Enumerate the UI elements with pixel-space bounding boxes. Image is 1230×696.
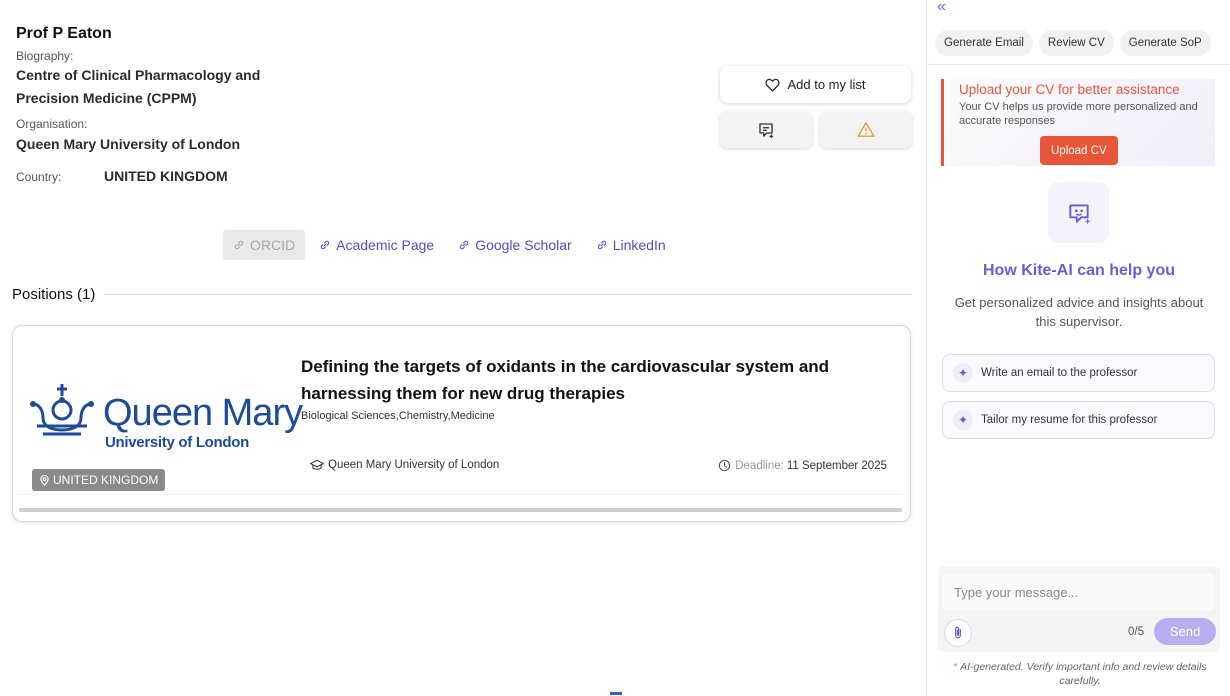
linkedin-link[interactable]: LinkedIn xyxy=(596,230,666,260)
position-title-line-1: Defining the targets of oxidants in the … xyxy=(301,357,830,376)
collapse-panel-icon[interactable]: « xyxy=(937,0,946,16)
deadline-label: Deadline: xyxy=(735,459,784,472)
upload-cv-title: Upload your CV for better assistance xyxy=(959,82,1180,97)
message-input[interactable] xyxy=(942,574,1214,610)
suggestion-label: Tailor my resume for this professor xyxy=(981,414,1158,426)
heart-icon xyxy=(765,78,781,92)
sparkle-icon: ✦ xyxy=(953,410,973,430)
position-university-label: Queen Mary University of London xyxy=(328,459,500,471)
logo-subtitle: University of London xyxy=(105,434,250,451)
suggestion-write-email[interactable]: ✦ Write an email to the professor xyxy=(942,354,1215,392)
assistant-avatar xyxy=(1048,182,1109,243)
message-composer: 0/5 Send xyxy=(938,566,1220,652)
profile-links: ORCID Academic Page Google Scholar Linke… xyxy=(223,230,690,260)
link-icon xyxy=(234,240,244,250)
positions-title: Positions (1) xyxy=(12,286,96,303)
crown-logo-icon xyxy=(30,384,94,436)
disclaimer-text: AI-generated. Verify important info and … xyxy=(960,661,1207,687)
review-cv-chip[interactable]: Review CV xyxy=(1038,30,1114,56)
professor-name: Prof P Eaton xyxy=(16,25,112,42)
secondary-actions xyxy=(720,111,912,148)
card-divider xyxy=(19,494,902,495)
organisation-value: Queen Mary University of London xyxy=(16,136,241,152)
assistant-panel: « Generate Email Review CV Generate SoP … xyxy=(926,0,1230,696)
position-card[interactable]: Queen Mary University of London UNITED K… xyxy=(12,325,911,522)
upload-cv-button[interactable]: Upload CV xyxy=(1040,136,1118,165)
profile-actions: Add to my list xyxy=(720,66,912,148)
clock-icon xyxy=(719,459,731,472)
help-description: Get personalized advice and insights abo… xyxy=(954,295,1204,329)
sparkle-icon: ✦ xyxy=(953,363,973,383)
organisation-label: Organisation: xyxy=(16,117,88,131)
generate-sop-chip[interactable]: Generate SoP xyxy=(1119,30,1211,56)
divider xyxy=(927,64,1230,65)
suggestion-label: Write an email to the professor xyxy=(981,367,1138,379)
add-to-list-button[interactable]: Add to my list xyxy=(720,66,911,103)
position-title[interactable]: Defining the targets of oxidants in the … xyxy=(301,353,881,407)
biography-line-2: Precision Medicine (CPPM) xyxy=(16,90,197,106)
upload-cv-banner: Upload your CV for better assistance You… xyxy=(941,79,1215,166)
country-badge: UNITED KINGDOM xyxy=(32,469,166,491)
location-pin-icon xyxy=(40,474,49,486)
linkedin-label: LinkedIn xyxy=(612,237,666,253)
quick-actions: Generate Email Review CV Generate SoP xyxy=(935,30,1217,56)
add-to-list-label: Add to my list xyxy=(787,77,866,92)
report-button[interactable] xyxy=(820,111,912,148)
country-label: Country: xyxy=(16,169,62,184)
logo-wordmark: Queen Mary xyxy=(103,392,303,434)
upload-cv-description: Your CV helps us provide more personaliz… xyxy=(959,101,1198,127)
divider xyxy=(105,294,911,295)
position-university: Queen Mary University of London xyxy=(310,459,499,471)
position-title-line-2: harnessing them for new drug therapies xyxy=(301,384,626,403)
biography-label: Biography: xyxy=(16,49,74,63)
position-deadline: Deadline: 11 September 2025 xyxy=(718,459,887,472)
deadline-value: 11 September 2025 xyxy=(786,459,887,472)
message-button[interactable] xyxy=(720,111,812,148)
university-logo: Queen Mary University of London xyxy=(29,382,303,454)
academic-page-link[interactable]: Academic Page xyxy=(319,230,434,260)
disclaimer-star: * xyxy=(953,661,958,673)
ai-disclaimer: * AI-generated. Verify important info an… xyxy=(945,660,1215,688)
biography-line-1: Centre of Clinical Pharmacology and xyxy=(16,67,261,83)
suggestion-tailor-resume[interactable]: ✦ Tailor my resume for this professor xyxy=(942,401,1215,439)
warning-icon xyxy=(857,122,875,137)
attach-button[interactable] xyxy=(944,619,972,647)
orcid-label: ORCID xyxy=(250,237,296,253)
country-badge-label: UNITED KINGDOM xyxy=(53,473,159,487)
message-counter: 0/5 xyxy=(1128,626,1144,638)
country-row: Country: UNITED KINGDOM xyxy=(16,165,716,188)
help-title: How Kite-AI can help you xyxy=(982,262,1175,279)
google-scholar-link[interactable]: Google Scholar xyxy=(458,230,572,260)
country-value: UNITED KINGDOM xyxy=(104,168,228,184)
generate-email-chip[interactable]: Generate Email xyxy=(935,30,1033,56)
horizontal-scrollbar[interactable] xyxy=(19,508,902,512)
profile-section: Prof P Eaton Biography: Centre of Clinic… xyxy=(16,24,716,188)
position-subjects: Biological Sciences,Chemistry,Medicine xyxy=(301,410,495,422)
academic-page-label: Academic Page xyxy=(336,237,435,253)
page-indicator xyxy=(610,692,622,695)
orcid-link[interactable]: ORCID xyxy=(223,230,306,260)
link-icon xyxy=(320,240,330,250)
graduation-cap-icon xyxy=(310,459,324,470)
paperclip-icon xyxy=(955,626,961,639)
send-button[interactable]: Send xyxy=(1154,618,1216,645)
google-scholar-label: Google Scholar xyxy=(475,237,572,253)
positions-header: Positions (1) xyxy=(12,286,911,303)
link-icon xyxy=(597,240,606,250)
page: Prof P Eaton Biography: Centre of Clinic… xyxy=(0,0,1230,696)
message-plus-icon xyxy=(759,122,774,138)
chat-bot-icon xyxy=(1068,203,1091,224)
link-icon xyxy=(459,240,469,250)
